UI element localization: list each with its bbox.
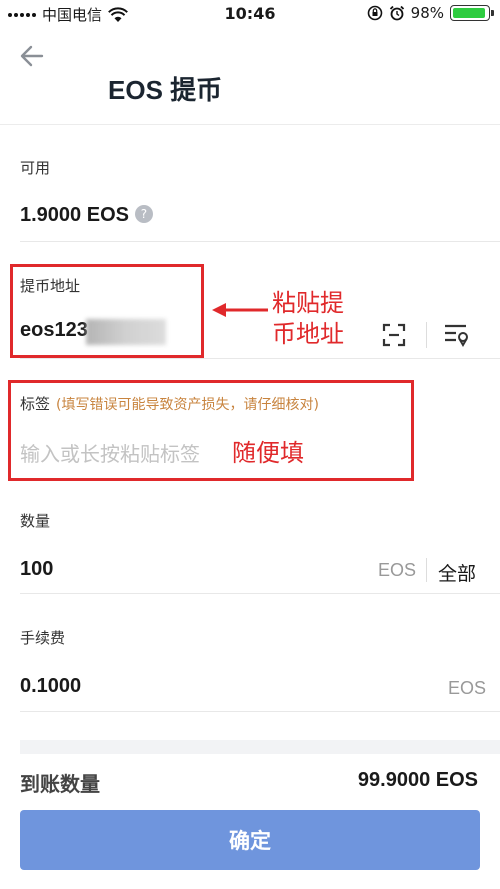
address-annotation-line1: 粘贴提: [272, 289, 344, 317]
amount-unit: EOS: [378, 560, 417, 580]
available-balance: 1.9000 EOS: [20, 204, 129, 226]
memo-warning: (填写错误可能导致资产损失，请仔细核对): [56, 397, 319, 413]
memo-annotation: 随便填: [232, 439, 304, 467]
address-blurred-part: [86, 319, 166, 345]
divider: [20, 241, 500, 242]
status-bar: 中国电信 10:46 98%: [0, 0, 500, 28]
divider: [20, 358, 500, 359]
icon-divider: [426, 322, 427, 348]
memo-input[interactable]: 输入或长按粘贴标签: [20, 438, 200, 467]
receive-label: 到账数量: [20, 772, 100, 796]
alarm-icon: [389, 5, 404, 21]
lock-rotation-icon: [367, 5, 382, 21]
available-label: 可用: [20, 159, 51, 177]
fee-input[interactable]: 0.1000: [20, 675, 81, 698]
divider: [20, 593, 500, 594]
back-arrow-icon[interactable]: [16, 40, 48, 72]
page-title: EOS 提币: [108, 75, 223, 105]
amount-label: 数量: [20, 512, 51, 530]
header-divider: [0, 124, 500, 125]
battery-percent: 98%: [410, 4, 444, 22]
memo-label: 标签: [20, 395, 51, 413]
amount-input[interactable]: 100: [20, 558, 53, 581]
help-icon[interactable]: ?: [134, 205, 153, 223]
confirm-button[interactable]: 确定: [20, 810, 480, 870]
available-row: 1.9000 EOS?: [20, 204, 153, 227]
receive-value: 99.9000 EOS: [357, 769, 478, 791]
section-separator: [20, 740, 500, 754]
fee-label: 手续费: [20, 629, 66, 647]
fee-unit: EOS: [448, 678, 487, 698]
status-right: 98%: [367, 4, 494, 22]
address-annotation-line2: 币地址: [272, 320, 344, 348]
address-book-icon[interactable]: [444, 323, 470, 347]
battery-icon: [450, 5, 494, 21]
scan-icon[interactable]: [382, 323, 406, 347]
address-input[interactable]: eos123: [20, 319, 88, 342]
divider: [20, 711, 500, 712]
unit-divider: [426, 558, 427, 582]
address-label: 提币地址: [20, 277, 81, 295]
annotation-arrow-icon: [212, 303, 268, 317]
all-button[interactable]: 全部: [438, 559, 476, 586]
